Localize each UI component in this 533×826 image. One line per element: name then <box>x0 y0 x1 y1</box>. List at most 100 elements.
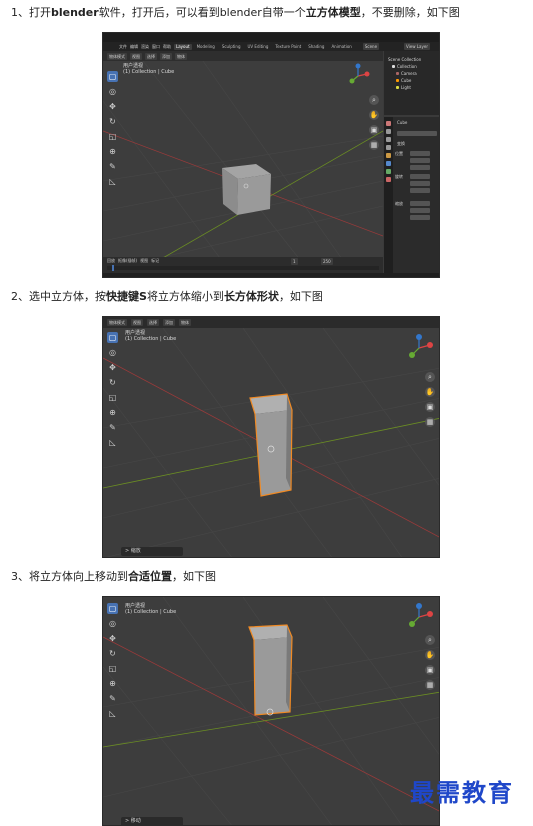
object-tab-icon[interactable] <box>386 153 391 158</box>
move-tool-icon[interactable]: ✥ <box>107 362 118 373</box>
3d-viewport[interactable]: ▢ ◎ ✥ ↻ ◱ ⊕ ✎ ◺ 用户透视 (1) Collection | Cu… <box>103 328 439 557</box>
rotation-y-field[interactable] <box>410 181 430 186</box>
transform-tool-icon[interactable]: ⊕ <box>107 146 118 157</box>
render-tab-icon[interactable] <box>386 129 391 134</box>
last-operator-panel[interactable]: > 缩放 <box>121 547 183 556</box>
outliner-item[interactable]: Camera <box>396 71 417 76</box>
location-y-field[interactable] <box>410 158 430 163</box>
rotation-z-field[interactable] <box>410 188 430 193</box>
measure-tool-icon[interactable]: ◺ <box>107 708 118 719</box>
rotate-tool-icon[interactable]: ↻ <box>107 377 118 388</box>
frame-start-field[interactable]: 1 <box>291 258 298 265</box>
object-mode-dropdown[interactable]: 物体模式 <box>107 319 127 326</box>
view-menu[interactable]: 视图 <box>131 319 143 326</box>
select-menu[interactable]: 选择 <box>145 52 157 60</box>
3d-viewport[interactable]: ▢ ◎ ✥ ↻ ◱ ⊕ ✎ ◺ 用户透视 (1) Collection | Cu… <box>103 597 439 825</box>
zoom-icon[interactable]: ⌕ <box>369 95 379 105</box>
timeline-ruler[interactable] <box>107 266 379 270</box>
scale-tool-icon[interactable]: ◱ <box>107 131 118 142</box>
object-menu[interactable]: 物体 <box>175 52 187 60</box>
menu-edit[interactable]: 编辑 <box>130 44 138 49</box>
zoom-icon[interactable]: ⌕ <box>425 635 435 645</box>
menu-help[interactable]: 帮助 <box>163 44 171 49</box>
menu-window[interactable]: 窗口 <box>152 44 160 49</box>
menu-render[interactable]: 渲染 <box>141 44 149 49</box>
3d-viewport[interactable]: ▢ ◎ ✥ ↻ ◱ ⊕ ✎ ◺ 用户透视 (1) Collection | Cu… <box>103 61 383 277</box>
measure-tool-icon[interactable]: ◺ <box>107 176 118 187</box>
navigation-gizmo-icon[interactable] <box>403 332 435 364</box>
pan-hand-icon[interactable]: ✋ <box>369 110 379 120</box>
scale-z-field[interactable] <box>410 215 430 220</box>
timeline-marker-menu[interactable]: 标记 <box>151 258 159 263</box>
outliner-item[interactable]: Cube <box>396 78 411 83</box>
select-menu[interactable]: 选择 <box>147 319 159 326</box>
rotate-tool-icon[interactable]: ↻ <box>107 116 118 127</box>
navigation-gizmo-icon[interactable] <box>343 61 373 91</box>
scale-y-field[interactable] <box>410 208 430 213</box>
workspace-tab-modeling[interactable]: Modeling <box>195 44 217 50</box>
playhead[interactable] <box>112 265 114 271</box>
workspace-tab-uv-editing[interactable]: UV Editing <box>246 44 271 50</box>
cursor-tool-icon[interactable]: ◎ <box>107 618 118 629</box>
object-mode-dropdown[interactable]: 物体模式 <box>107 52 127 60</box>
cursor-tool-icon[interactable]: ◎ <box>107 347 118 358</box>
view-layer-tab-icon[interactable] <box>386 145 391 150</box>
material-tab-icon[interactable] <box>386 177 391 182</box>
modifier-tab-icon[interactable] <box>386 161 391 166</box>
workspace-tab-shading[interactable]: Shading <box>306 44 326 50</box>
timeline-view-menu[interactable]: 视图 <box>140 258 148 263</box>
menu-file[interactable]: 文件 <box>119 44 127 49</box>
move-tool-icon[interactable]: ✥ <box>107 633 118 644</box>
scale-tool-icon[interactable]: ◱ <box>107 392 118 403</box>
workspace-tab-layout[interactable]: Layout <box>174 43 192 50</box>
rotation-x-field[interactable] <box>410 174 430 179</box>
data-tab-icon[interactable] <box>386 169 391 174</box>
move-tool-icon[interactable]: ✥ <box>107 101 118 112</box>
scene-selector[interactable]: Scene <box>362 43 380 50</box>
timeline-keying-menu[interactable]: 抠像(插帧) <box>118 258 137 263</box>
location-z-field[interactable] <box>410 165 430 170</box>
timeline-playback-menu[interactable]: 回放 <box>107 258 115 263</box>
annotate-tool-icon[interactable]: ✎ <box>107 693 118 704</box>
camera-view-icon[interactable]: ▣ <box>425 665 435 675</box>
outliner-item[interactable]: Scene Collection <box>388 57 421 62</box>
annotate-tool-icon[interactable]: ✎ <box>107 161 118 172</box>
props-section-transform[interactable]: 变换 <box>397 141 405 146</box>
scale-x-field[interactable] <box>410 201 430 206</box>
outliner-item[interactable]: Light <box>396 85 411 90</box>
ortho-toggle-icon[interactable]: ▦ <box>425 680 435 690</box>
navigation-gizmo-icon[interactable] <box>403 601 435 633</box>
annotate-tool-icon[interactable]: ✎ <box>107 422 118 433</box>
ortho-toggle-icon[interactable]: ▦ <box>425 417 435 427</box>
workspace-tab-animation[interactable]: Animation <box>329 44 353 50</box>
add-menu[interactable]: 添加 <box>163 319 175 326</box>
location-x-field[interactable] <box>410 151 430 156</box>
pan-hand-icon[interactable]: ✋ <box>425 387 435 397</box>
view-layer-selector[interactable]: View Layer <box>404 43 430 50</box>
last-operator-panel[interactable]: > 移动 <box>121 817 183 825</box>
select-box-tool-icon[interactable]: ▢ <box>107 71 118 82</box>
measure-tool-icon[interactable]: ◺ <box>107 437 118 448</box>
view-menu[interactable]: 视图 <box>130 52 142 60</box>
frame-end-field[interactable]: 250 <box>321 258 333 265</box>
pan-hand-icon[interactable]: ✋ <box>425 650 435 660</box>
scale-tool-icon[interactable]: ◱ <box>107 663 118 674</box>
object-menu[interactable]: 物体 <box>179 319 191 326</box>
zoom-icon[interactable]: ⌕ <box>425 372 435 382</box>
select-box-tool-icon[interactable]: ▢ <box>107 603 118 614</box>
select-box-tool-icon[interactable]: ▢ <box>107 332 118 343</box>
transform-tool-icon[interactable]: ⊕ <box>107 407 118 418</box>
cursor-tool-icon[interactable]: ◎ <box>107 86 118 97</box>
rotate-tool-icon[interactable]: ↻ <box>107 648 118 659</box>
output-tab-icon[interactable] <box>386 137 391 142</box>
object-name-field[interactable] <box>397 131 437 136</box>
tool-tab-icon[interactable] <box>386 121 391 126</box>
workspace-tab-texture-paint[interactable]: Texture Paint <box>273 44 303 50</box>
ortho-toggle-icon[interactable]: ▦ <box>369 140 379 150</box>
workspace-tab-sculpting[interactable]: Sculpting <box>220 44 243 50</box>
outliner-item[interactable]: Collection <box>392 64 417 69</box>
camera-view-icon[interactable]: ▣ <box>425 402 435 412</box>
camera-view-icon[interactable]: ▣ <box>369 125 379 135</box>
transform-tool-icon[interactable]: ⊕ <box>107 678 118 689</box>
add-menu[interactable]: 添加 <box>160 52 172 60</box>
